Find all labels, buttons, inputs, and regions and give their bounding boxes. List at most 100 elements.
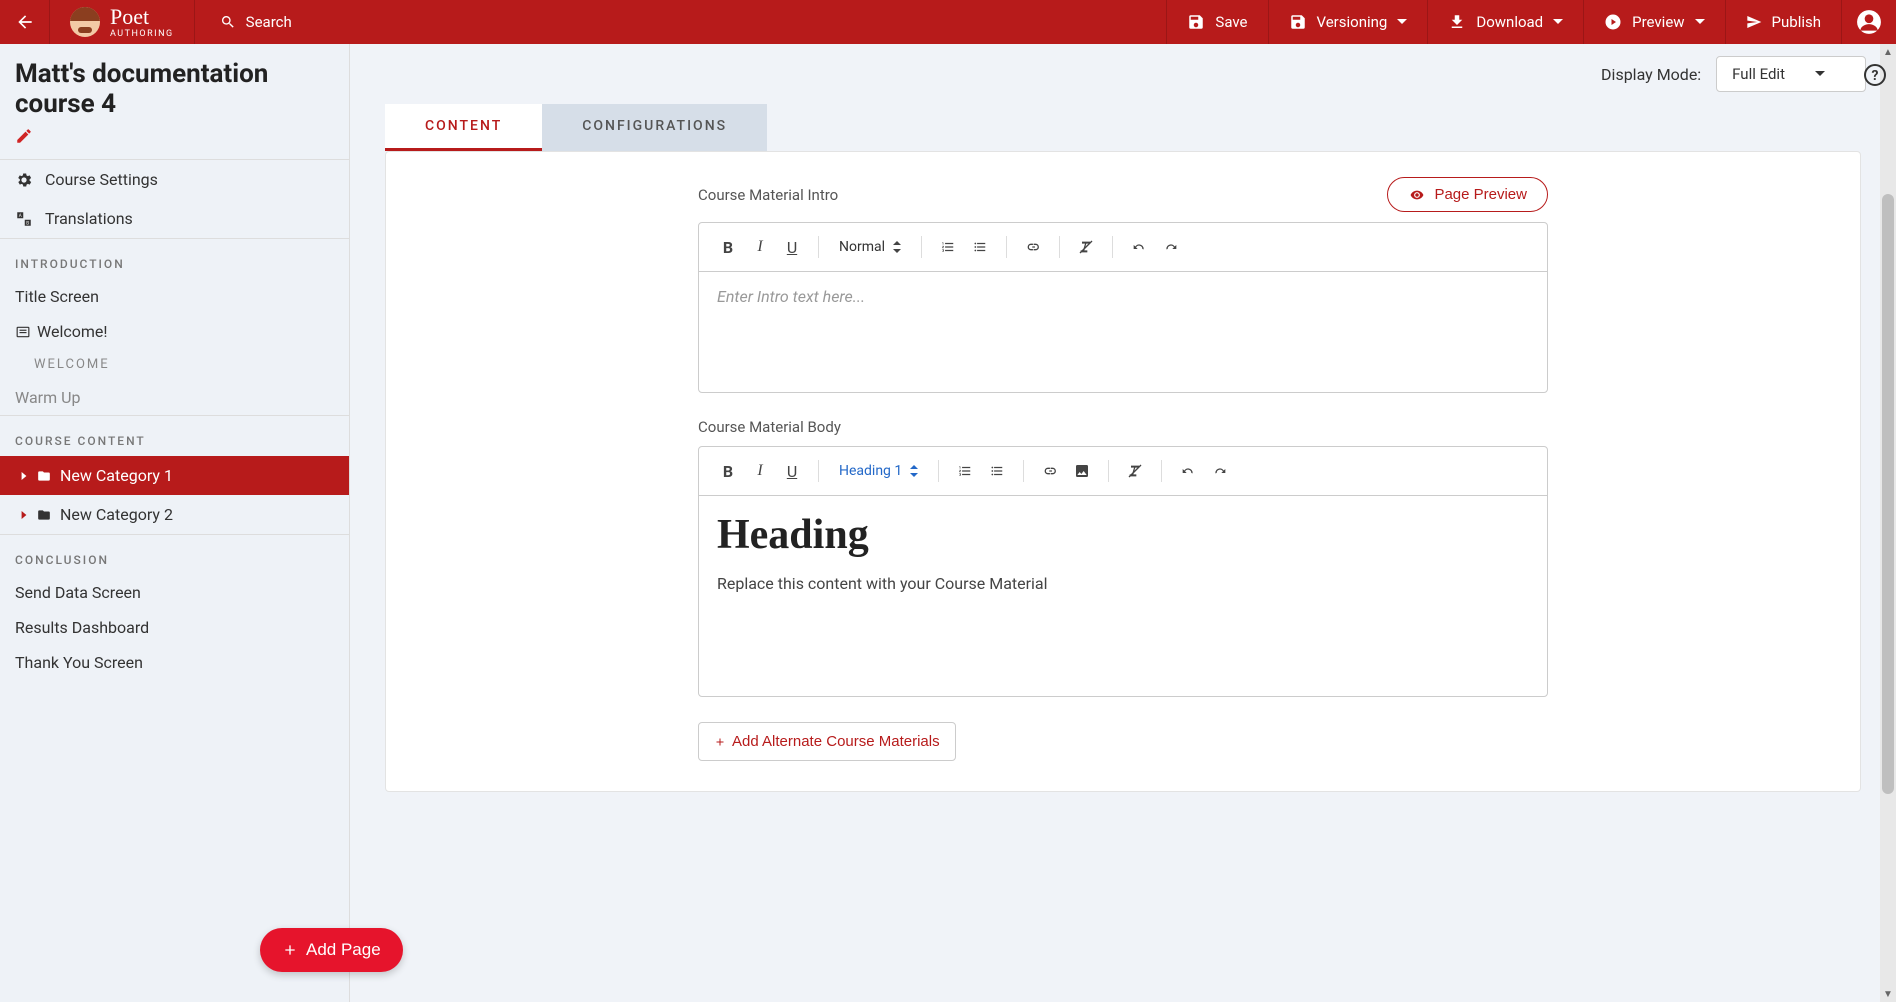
format-select[interactable]: Heading 1 [831, 463, 926, 479]
versioning-label: Versioning [1317, 13, 1388, 31]
main-content: Display Mode: Full Edit CONTENT CONFIGUR… [350, 44, 1896, 1002]
scroll-up-icon[interactable]: ▲ [1880, 44, 1896, 60]
translate-icon: AB [15, 210, 33, 228]
edit-title-button[interactable] [15, 127, 334, 149]
sidebar-item-thankyou[interactable]: Thank You Screen [0, 645, 349, 680]
undo-button[interactable] [1174, 457, 1202, 485]
save-icon [1187, 13, 1205, 31]
folder-icon [36, 508, 52, 522]
download-label: Download [1476, 13, 1543, 31]
brand-subtitle: AUTHORING [110, 30, 174, 39]
caret-down-icon [1397, 17, 1407, 27]
versioning-button[interactable]: Versioning [1268, 0, 1428, 44]
italic-button[interactable]: I [746, 457, 774, 485]
link-button[interactable] [1036, 457, 1064, 485]
clear-format-button[interactable] [1121, 457, 1149, 485]
eye-icon [1408, 188, 1426, 202]
course-title: Matt's documentation course 4 [15, 59, 334, 119]
publish-button[interactable]: Publish [1725, 0, 1841, 44]
preview-button[interactable]: Preview [1583, 0, 1724, 44]
body-field-label: Course Material Body [698, 418, 1548, 436]
translations-label: Translations [45, 209, 133, 228]
sidebar-category-1[interactable]: New Category 1 [0, 456, 349, 495]
scrollbar[interactable]: ▲ ▼ [1880, 44, 1896, 1002]
page-icon [15, 325, 31, 339]
intro-toolbar: B I U Normal [699, 223, 1547, 272]
caret-down-icon [1553, 17, 1563, 27]
section-header-intro: INTRODUCTION [0, 238, 349, 279]
intro-editor-body[interactable]: Enter Intro text here... [699, 272, 1547, 392]
display-mode-select[interactable]: Full Edit [1716, 56, 1866, 92]
download-icon [1448, 13, 1466, 31]
help-button[interactable]: ? [1860, 60, 1890, 90]
add-page-button[interactable]: Add Page [260, 928, 403, 972]
back-button[interactable] [0, 0, 50, 44]
brand-title: Poet [110, 6, 174, 28]
section-header-content: COURSE CONTENT [0, 415, 349, 456]
underline-button[interactable]: U [778, 457, 806, 485]
sidebar-item-welcome[interactable]: Welcome! [0, 314, 349, 349]
course-settings-label: Course Settings [45, 170, 158, 189]
svg-text:?: ? [1872, 68, 1879, 84]
caret-right-icon [20, 471, 28, 481]
sidebar-item-welcome-sub[interactable]: WELCOME [0, 349, 349, 380]
caret-down-icon [1695, 17, 1705, 27]
save-icon [1289, 13, 1307, 31]
intro-field-label: Course Material Intro [698, 186, 838, 204]
link-button[interactable] [1019, 233, 1047, 261]
scroll-down-icon[interactable]: ▼ [1880, 986, 1896, 1002]
format-select[interactable]: Normal [831, 239, 909, 255]
image-button[interactable] [1068, 457, 1096, 485]
save-button[interactable]: Save [1166, 0, 1267, 44]
course-settings-link[interactable]: Course Settings [0, 160, 349, 199]
translations-link[interactable]: AB Translations [0, 199, 349, 238]
italic-button[interactable]: I [746, 233, 774, 261]
profile-button[interactable] [1841, 0, 1896, 44]
body-editor-body[interactable]: Heading Replace this content with your C… [699, 496, 1547, 696]
bold-button[interactable]: B [714, 457, 742, 485]
content-panel: Course Material Intro Page Preview B I U… [385, 151, 1861, 792]
tab-content[interactable]: CONTENT [385, 104, 542, 151]
publish-label: Publish [1772, 13, 1821, 31]
tab-configurations[interactable]: CONFIGURATIONS [542, 104, 767, 151]
caret-down-icon [1815, 69, 1825, 79]
bold-button[interactable]: B [714, 233, 742, 261]
underline-button[interactable]: U [778, 233, 806, 261]
mascot-icon [70, 7, 100, 37]
sidebar-item-warmup[interactable]: Warm Up [0, 380, 349, 415]
section-header-conclusion: CONCLUSION [0, 534, 349, 575]
unordered-list-button[interactable] [966, 233, 994, 261]
user-icon [1856, 9, 1882, 35]
add-alternate-button[interactable]: Add Alternate Course Materials [698, 722, 956, 761]
sidebar-category-2[interactable]: New Category 2 [0, 495, 349, 534]
body-toolbar: B I U Heading 1 [699, 447, 1547, 496]
select-arrows-icon [893, 241, 901, 253]
intro-editor: B I U Normal [698, 222, 1548, 393]
clear-format-button[interactable] [1072, 233, 1100, 261]
brand-logo[interactable]: Poet AUTHORING [50, 0, 195, 44]
publish-icon [1746, 14, 1762, 30]
body-paragraph: Replace this content with your Course Ma… [717, 574, 1529, 593]
svg-text:A: A [19, 212, 22, 218]
gear-icon [15, 171, 33, 189]
plus-icon [282, 942, 298, 958]
ordered-list-button[interactable] [934, 233, 962, 261]
sidebar-item-send-data[interactable]: Send Data Screen [0, 575, 349, 610]
unordered-list-button[interactable] [983, 457, 1011, 485]
search-button[interactable]: Search [195, 0, 317, 44]
undo-button[interactable] [1125, 233, 1153, 261]
search-icon [220, 14, 236, 30]
redo-button[interactable] [1157, 233, 1185, 261]
caret-right-icon [20, 510, 28, 520]
folder-icon [36, 469, 52, 483]
download-button[interactable]: Download [1427, 0, 1583, 44]
select-arrows-icon [910, 465, 918, 477]
pencil-icon [15, 127, 33, 145]
redo-button[interactable] [1206, 457, 1234, 485]
sidebar-item-title-screen[interactable]: Title Screen [0, 279, 349, 314]
page-preview-button[interactable]: Page Preview [1387, 177, 1548, 212]
body-heading: Heading [717, 511, 1529, 559]
sidebar-item-results[interactable]: Results Dashboard [0, 610, 349, 645]
scroll-thumb[interactable] [1882, 194, 1894, 794]
ordered-list-button[interactable] [951, 457, 979, 485]
